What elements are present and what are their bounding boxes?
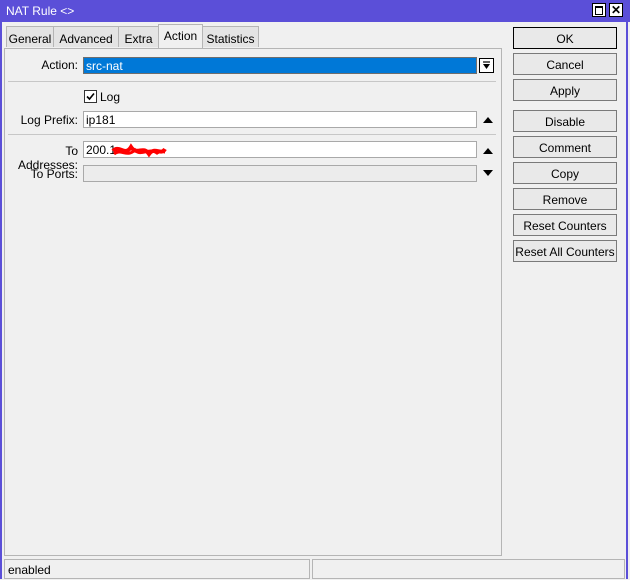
arrow-up-icon[interactable] <box>482 146 494 156</box>
log-prefix-label: Log Prefix: <box>20 113 78 127</box>
ok-button[interactable]: OK <box>513 27 617 49</box>
separator <box>8 81 496 82</box>
cancel-button[interactable]: Cancel <box>513 53 617 75</box>
status-bar: enabled <box>2 559 627 579</box>
maximize-icon[interactable] <box>592 3 606 17</box>
tab-extra[interactable]: Extra <box>118 26 159 47</box>
arrow-up-icon[interactable] <box>482 115 494 125</box>
copy-button[interactable]: Copy <box>513 162 617 184</box>
log-label: Log <box>100 90 121 104</box>
action-select[interactable]: src-nat <box>83 57 477 74</box>
tab-general[interactable]: General <box>6 26 54 47</box>
check-icon <box>86 92 95 101</box>
reset-all-counters-button[interactable]: Reset All Counters <box>513 240 617 262</box>
action-label: Action: <box>41 58 78 72</box>
title-bar: NAT Rule <> ✕ <box>0 0 630 22</box>
remove-button[interactable]: Remove <box>513 188 617 210</box>
redaction-scribble <box>111 143 167 158</box>
to-ports-input[interactable] <box>83 165 477 182</box>
comment-button[interactable]: Comment <box>513 136 617 158</box>
close-icon[interactable]: ✕ <box>609 3 623 17</box>
tab-advanced[interactable]: Advanced <box>53 26 119 47</box>
arrow-down-icon[interactable] <box>482 168 494 178</box>
to-ports-label: To Ports: <box>30 167 78 181</box>
separator <box>8 134 496 135</box>
apply-button[interactable]: Apply <box>513 79 617 101</box>
tab-action[interactable]: Action <box>158 24 203 48</box>
disable-button[interactable]: Disable <box>513 110 617 132</box>
window-title: NAT Rule <> <box>6 4 75 18</box>
status-panel <box>312 559 625 579</box>
reset-counters-button[interactable]: Reset Counters <box>513 214 617 236</box>
dropdown-icon[interactable] <box>479 58 494 73</box>
log-checkbox[interactable] <box>84 90 97 103</box>
status-text: enabled <box>4 559 310 579</box>
log-prefix-input[interactable]: ip181 <box>83 111 477 128</box>
tab-statistics[interactable]: Statistics <box>202 26 259 47</box>
